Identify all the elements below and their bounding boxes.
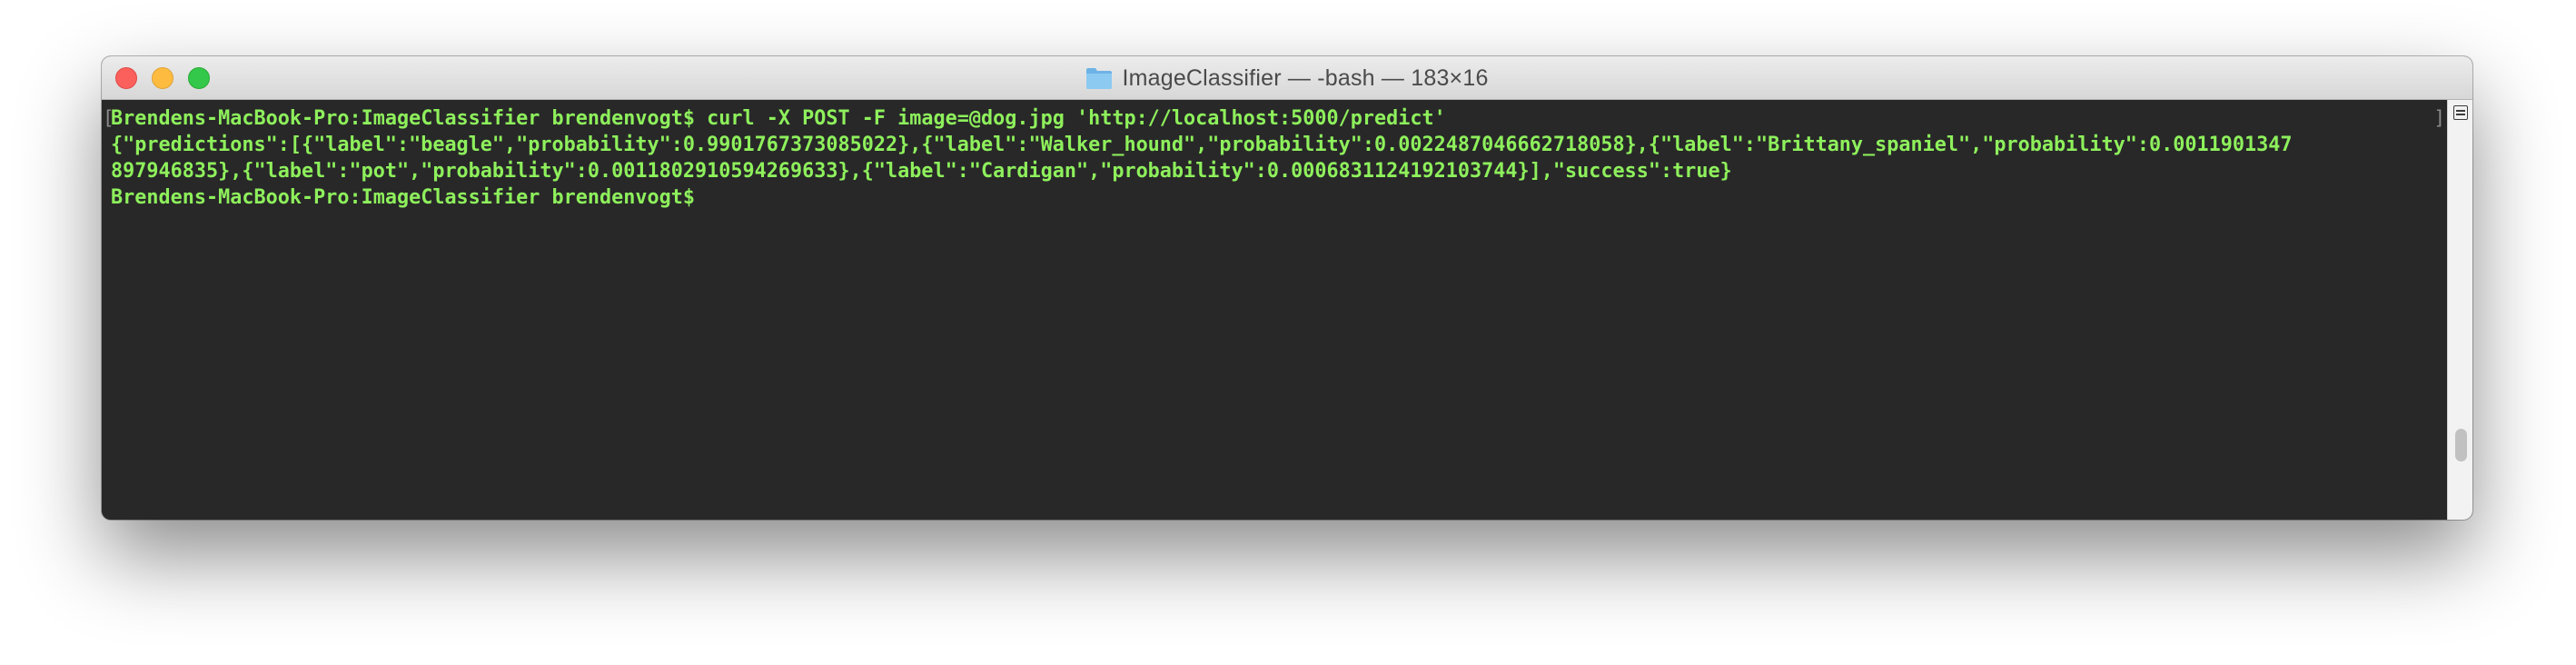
window-title: ImageClassifier — -bash — 183×16	[102, 56, 2472, 100]
terminal-line: {"predictions":[{"label":"beagle","proba…	[111, 134, 2293, 156]
mark-bracket-right: ]	[2433, 107, 2445, 129]
scrollbar[interactable]	[2447, 100, 2472, 520]
terminal-line: Brendens-MacBook-Pro:ImageClassifier bre…	[111, 107, 1446, 130]
mark-bracket-left: [	[103, 107, 114, 129]
scrollbar-thumb[interactable]	[2455, 429, 2467, 462]
folder-icon	[1085, 66, 1113, 90]
terminal-prompt[interactable]: Brendens-MacBook-Pro:ImageClassifier bre…	[111, 184, 2447, 211]
terminal-line: 897946835},{"label":"pot","probability":…	[111, 160, 1732, 183]
menu-icon[interactable]	[2453, 105, 2468, 120]
terminal-content[interactable]: [ ] Brendens-MacBook-Pro:ImageClassifier…	[102, 100, 2447, 520]
title-bar[interactable]: ImageClassifier — -bash — 183×16	[102, 56, 2472, 100]
window-title-text: ImageClassifier — -bash — 183×16	[1122, 65, 1489, 91]
terminal-window: ImageClassifier — -bash — 183×16 [ ] Bre…	[102, 56, 2472, 520]
